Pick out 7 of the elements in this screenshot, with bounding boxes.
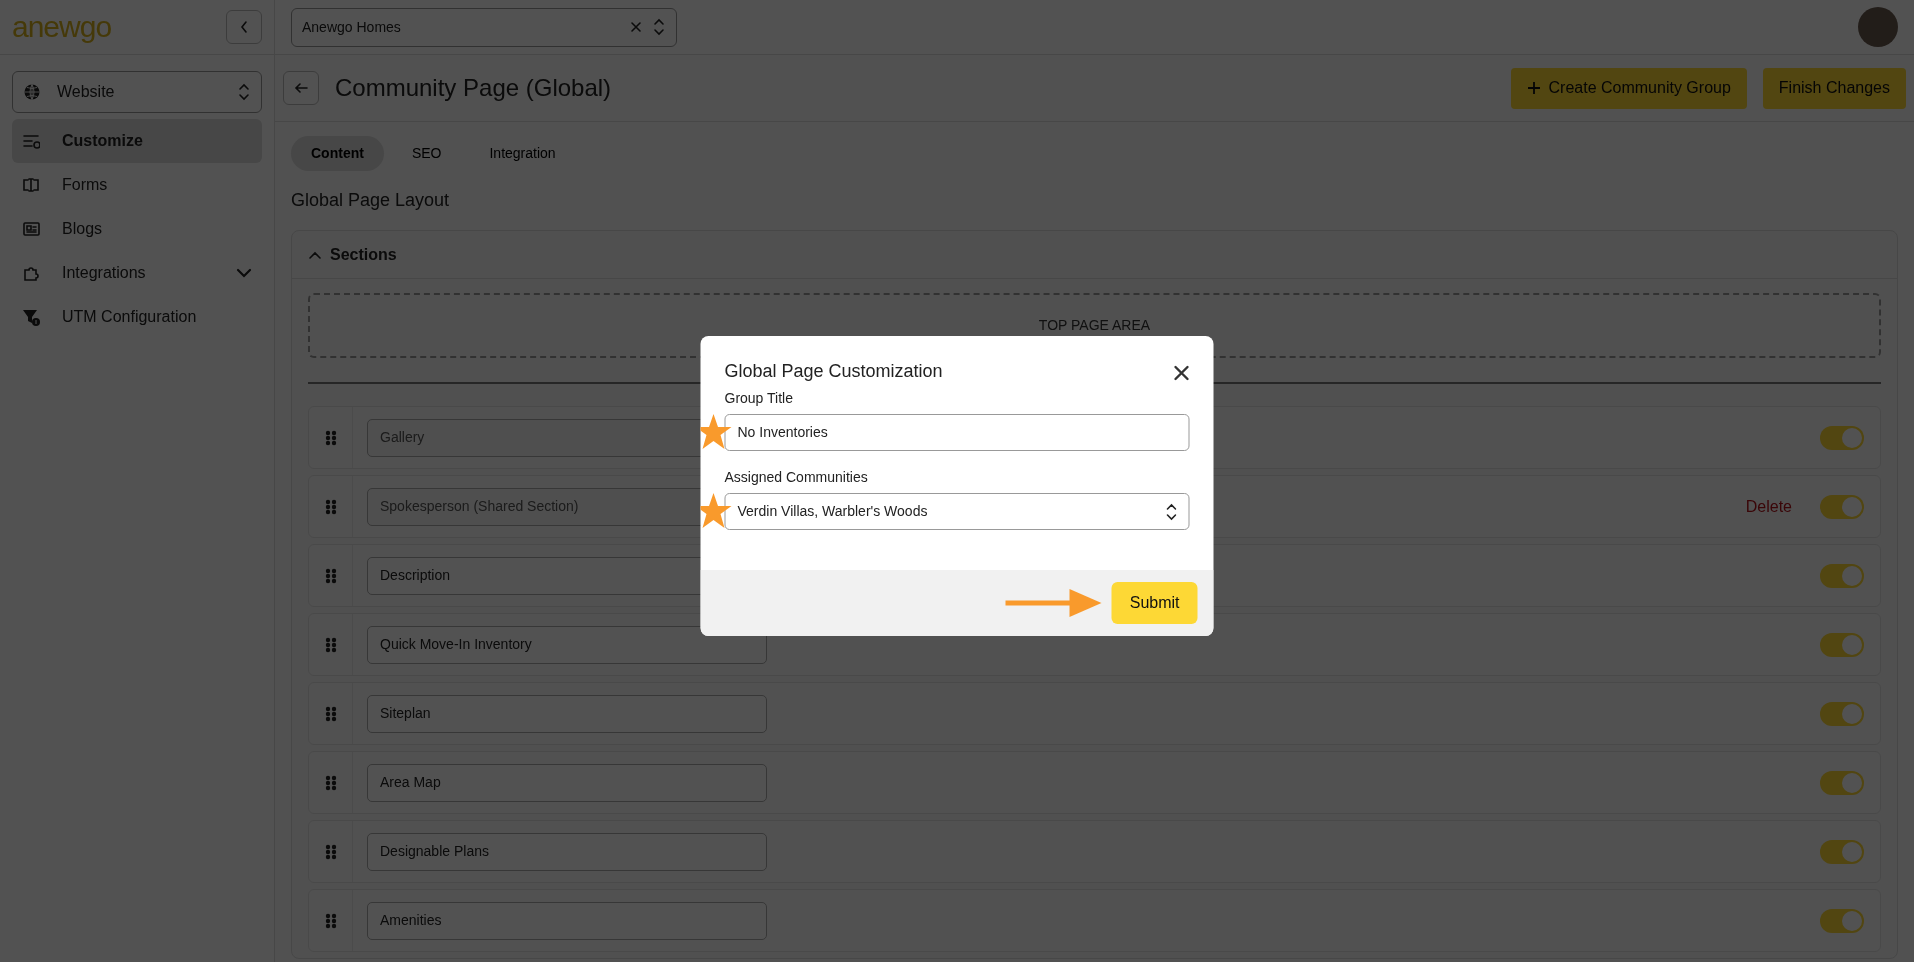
section-heading: Global Page Layout [291,189,451,212]
logo: anewgo [12,12,112,42]
page-title: Community Page (Global) [335,73,613,103]
field-label: Assigned Communities [724,468,869,487]
modal-title: Global Page Customization [724,361,943,383]
field-label: Group Title [724,389,794,408]
drop-zone-label: TOP PAGE AREA [1038,316,1151,335]
